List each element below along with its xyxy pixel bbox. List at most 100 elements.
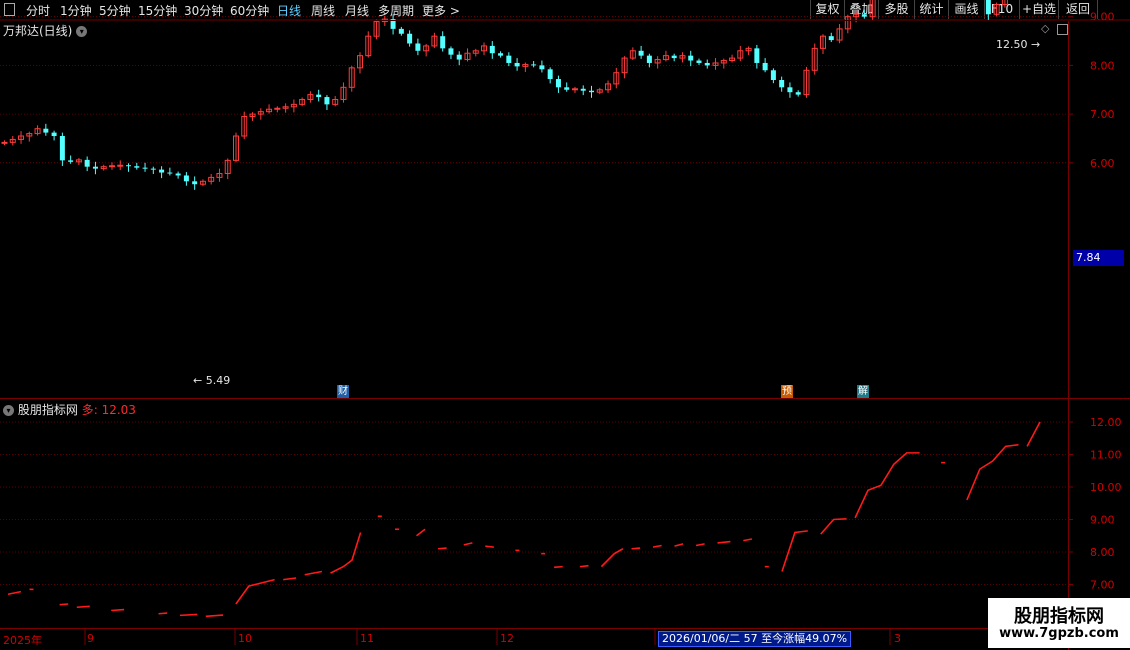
candle-body — [274, 107, 281, 110]
y-tick-label: 7.00 — [1090, 108, 1115, 121]
indicator-segment — [416, 528, 426, 537]
candle-up — [836, 24, 843, 44]
y-tick-label: 11.00 — [1090, 449, 1122, 462]
candle-up — [266, 104, 273, 114]
candle-up — [373, 19, 380, 40]
candle-body — [117, 164, 124, 167]
candle-up — [18, 131, 25, 144]
low-price-label: ← 5.49 — [193, 374, 230, 387]
indicator-name: 股朋指标网 — [17, 403, 78, 417]
candle-up — [9, 136, 16, 146]
candle-body — [192, 181, 198, 185]
candle-up — [820, 34, 827, 54]
high-price-label: 12.50 → — [996, 38, 1040, 51]
indicator-segment — [304, 570, 323, 576]
candle-up — [993, 2, 1000, 17]
candle-body — [688, 55, 694, 61]
candle-up — [257, 108, 264, 120]
candle-up — [224, 158, 231, 180]
candle-up — [75, 157, 82, 165]
candle-down — [762, 58, 768, 73]
indicator-colon: : — [93, 403, 98, 417]
candle-up — [216, 168, 223, 182]
candle-body — [555, 79, 561, 88]
candle-up — [241, 111, 248, 140]
candle-body — [547, 69, 553, 80]
candle-body — [571, 88, 578, 91]
indicator-segment — [235, 578, 275, 605]
indicator-segment — [579, 564, 589, 568]
candle-down — [126, 163, 132, 172]
candle-body — [861, 14, 867, 17]
candle-up — [357, 52, 364, 74]
date-tooltip: 2026/01/06/二 57 至今涨幅49.07% — [658, 631, 852, 647]
candle-up — [108, 162, 115, 170]
time-label-sep: 9 — [87, 632, 94, 645]
stock-chart[interactable]: 12.0011.0010.009.008.007.006.0012.0011.0… — [0, 0, 1130, 650]
candle-down — [150, 166, 156, 175]
current-price-box: 7.84 — [1073, 250, 1124, 266]
indicator-segment — [59, 603, 69, 606]
indicator-segment — [695, 543, 705, 547]
candle-body — [440, 36, 446, 49]
event-marker-forecast[interactable]: 预 — [781, 385, 793, 398]
candle-body — [448, 48, 454, 55]
candle-up — [423, 43, 430, 57]
candle-down — [448, 46, 454, 60]
indicator-segment — [111, 608, 125, 612]
y-tick-label: 9.00 — [1090, 514, 1115, 527]
indicator-segment — [179, 613, 198, 617]
candle-up — [208, 174, 215, 185]
indicator-segment — [781, 530, 808, 572]
candle-up — [654, 56, 661, 69]
candle-down — [324, 95, 330, 110]
candle-up — [117, 160, 124, 171]
indicator-segment — [205, 614, 224, 618]
candle-down — [531, 61, 537, 68]
candle-up — [720, 58, 727, 69]
candlestick-series — [1, 0, 1008, 190]
time-label-oct: 10 — [238, 632, 252, 645]
candle-down — [638, 45, 644, 59]
chevron-down-icon[interactable]: ▾ — [3, 405, 14, 416]
candle-up — [199, 179, 206, 187]
candle-body — [770, 70, 776, 81]
indicator-segment — [485, 545, 494, 548]
window-toggle-icon[interactable] — [1056, 23, 1068, 35]
candle-up — [621, 56, 628, 79]
candle-up — [662, 50, 669, 62]
candle-down — [407, 30, 413, 47]
candle-up — [1001, 0, 1008, 8]
candle-down — [671, 53, 677, 62]
candle-up — [596, 87, 603, 95]
candle-down — [398, 26, 404, 36]
candle-body — [514, 62, 520, 67]
indicator-segment — [1026, 421, 1041, 447]
candle-body — [580, 88, 586, 91]
candle-down — [696, 58, 702, 65]
time-label-dec: 12 — [500, 632, 514, 645]
candle-up — [290, 99, 297, 113]
candle-down — [564, 82, 570, 92]
candle-up — [803, 66, 810, 98]
candle-down — [580, 85, 586, 96]
candle-body — [589, 90, 595, 93]
candle-body — [531, 64, 537, 66]
indicator-segment — [674, 543, 684, 547]
candle-body — [183, 175, 189, 182]
candle-up — [340, 82, 347, 103]
chevron-down-icon[interactable]: ▾ — [76, 26, 88, 37]
indicator-segment — [330, 532, 362, 574]
candle-body — [407, 33, 413, 44]
diamond-icon[interactable]: ◇ — [1041, 22, 1049, 35]
candle-up — [282, 103, 289, 113]
candle-up — [679, 52, 686, 63]
candle-body — [539, 65, 545, 70]
candle-up — [481, 42, 488, 56]
event-marker-unlock[interactable]: 解 — [857, 385, 869, 398]
watermark-title: 股朋指标网 — [1014, 606, 1104, 627]
event-marker-finance[interactable]: 财 — [337, 385, 349, 398]
y-axis-ticks: 12.0011.0010.009.008.007.006.0012.0011.0… — [1068, 11, 1122, 592]
candle-body — [167, 172, 173, 174]
y-tick-label: 7.00 — [1090, 579, 1115, 592]
